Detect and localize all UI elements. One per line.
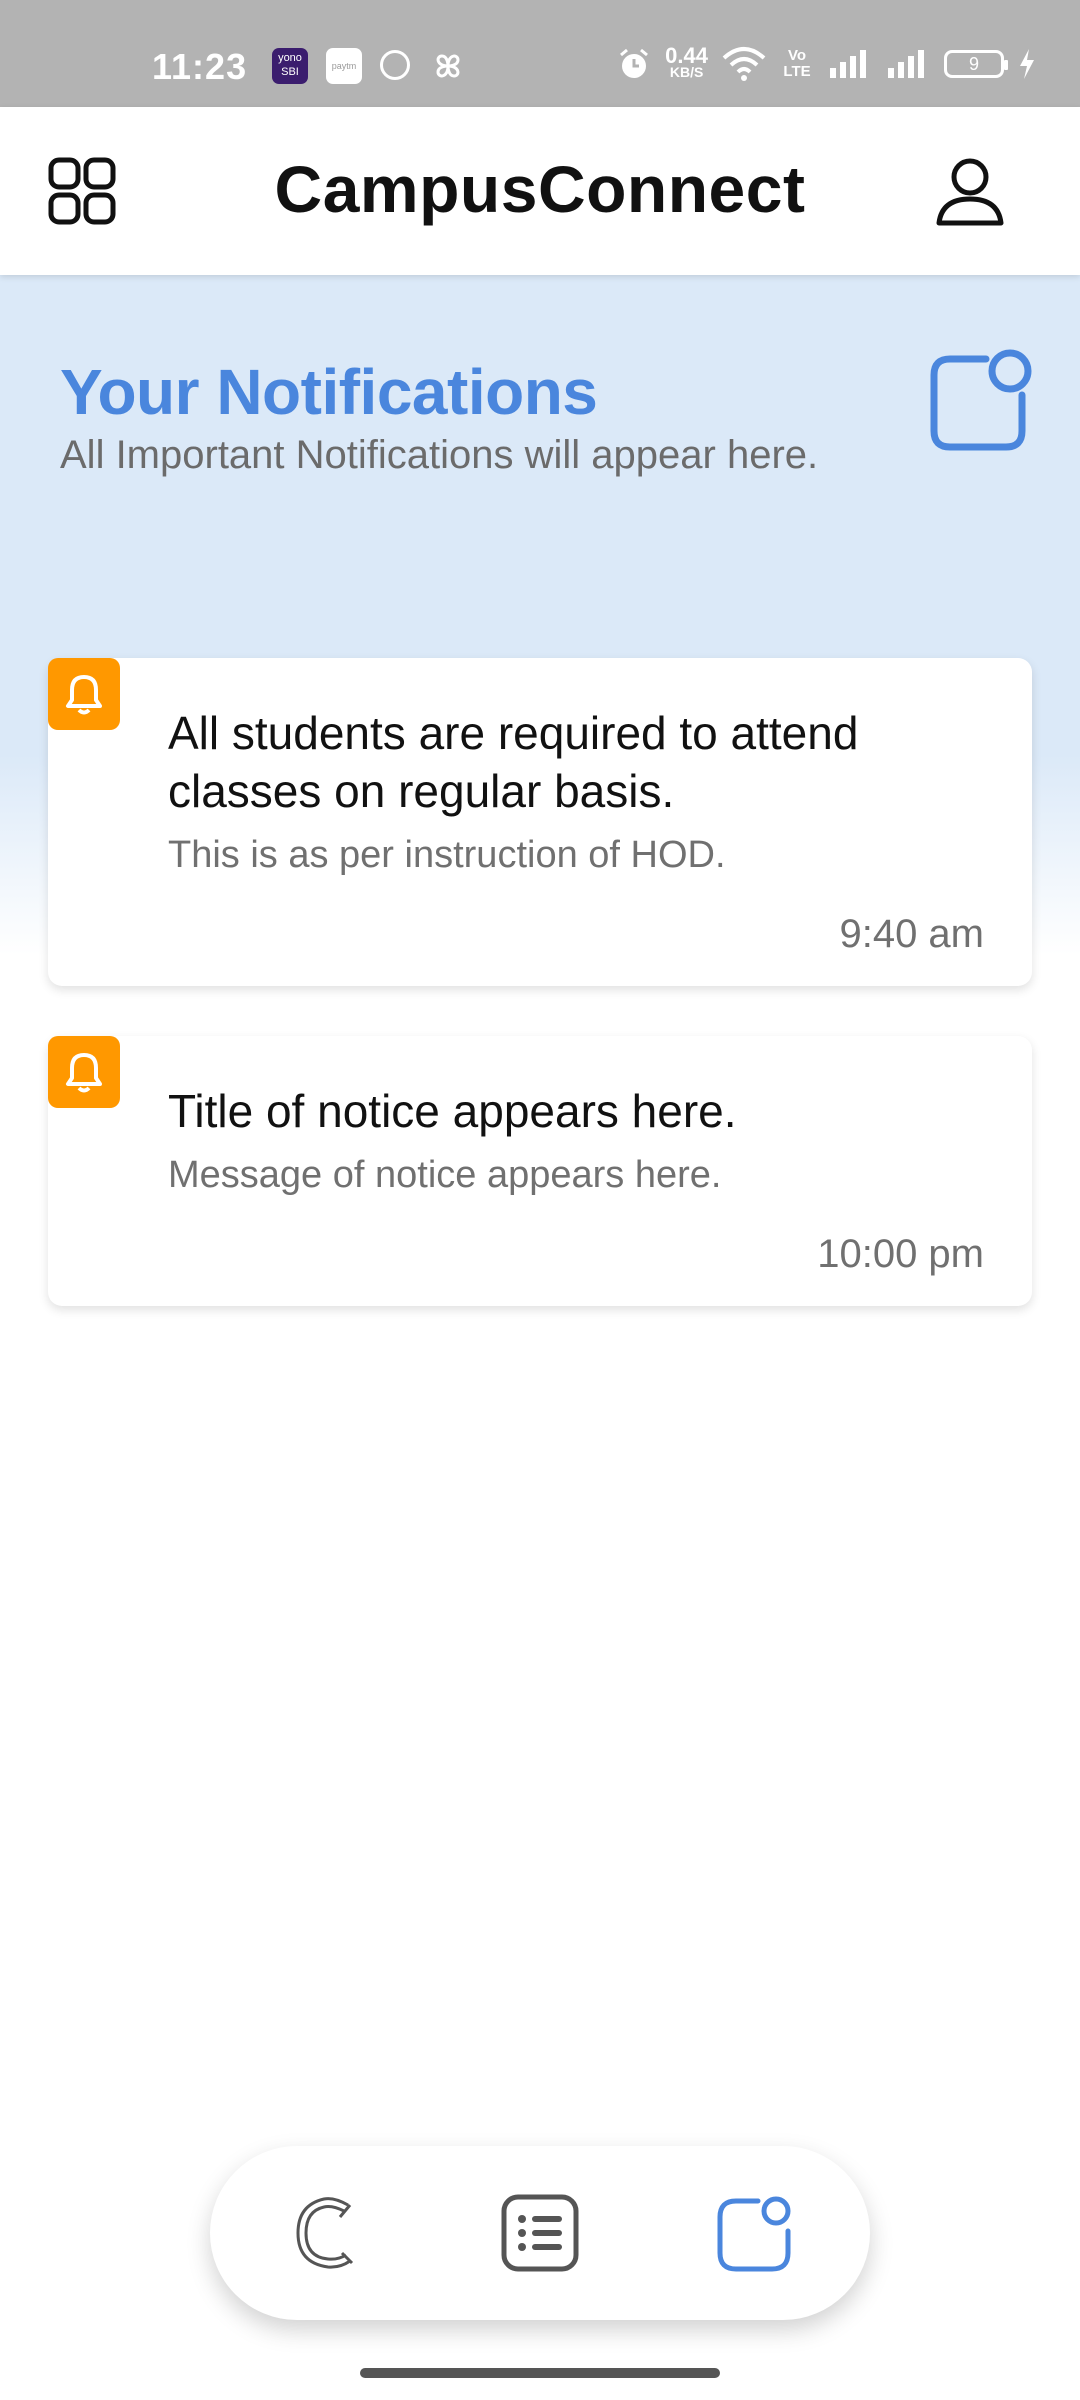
bell-icon: [48, 658, 120, 730]
volte-badge: Vo LTE: [783, 47, 811, 80]
notification-nav-icon[interactable]: [712, 2191, 796, 2275]
page-subtitle: All Important Notifications will appear …: [60, 433, 819, 477]
notification-message: This is as per instruction of HOD.: [168, 834, 726, 876]
notification-card[interactable]: All students are required to attend clas…: [48, 658, 1032, 986]
network-speed-unit: KB/S: [669, 64, 704, 80]
status-right: 0.44 KB/S Vo LTE 9: [617, 40, 1036, 88]
bell-icon: [48, 1036, 120, 1108]
campus-logo-icon[interactable]: [284, 2191, 368, 2275]
notification-time: 10:00 pm: [817, 1232, 984, 1276]
yono-app-icon: yono SBI: [272, 48, 308, 84]
pinwheel-icon: [436, 54, 460, 78]
notification-title: All students are required to attend clas…: [168, 707, 859, 817]
notification-icon: [930, 349, 1032, 451]
status-bar: 11:23 yono SBI paytm 0.44 KB/S Vo LTE 9: [0, 0, 1080, 107]
page-title: Your Notifications: [60, 356, 598, 428]
home-indicator[interactable]: [360, 2368, 720, 2378]
notification-message: Message of notice appears here.: [168, 1154, 722, 1196]
wifi-icon: [722, 47, 766, 81]
user-icon[interactable]: [934, 155, 1006, 227]
status-time: 11:23: [152, 46, 248, 87]
signal-icon: [830, 50, 866, 78]
app-title: CampusConnect: [274, 152, 806, 226]
battery-icon: 9: [944, 50, 1008, 78]
notification-time: 9:40 am: [839, 912, 984, 956]
paytm-app-icon: paytm: [326, 48, 362, 84]
notification-title: Title of notice appears here.: [168, 1085, 737, 1137]
network-speed-value: 0.44: [665, 43, 708, 68]
signal-icon-2: [888, 50, 924, 78]
list-icon[interactable]: [498, 2191, 582, 2275]
charging-icon: [1020, 49, 1034, 79]
notification-card[interactable]: Title of notice appears here. Message of…: [48, 1036, 1032, 1306]
bottom-nav: [210, 2146, 870, 2320]
check-circle-icon: [380, 50, 410, 80]
network-speed: 0.44 KB/S: [665, 43, 708, 81]
app-bar: CampusConnect: [0, 107, 1080, 275]
alarm-icon: [620, 48, 649, 78]
